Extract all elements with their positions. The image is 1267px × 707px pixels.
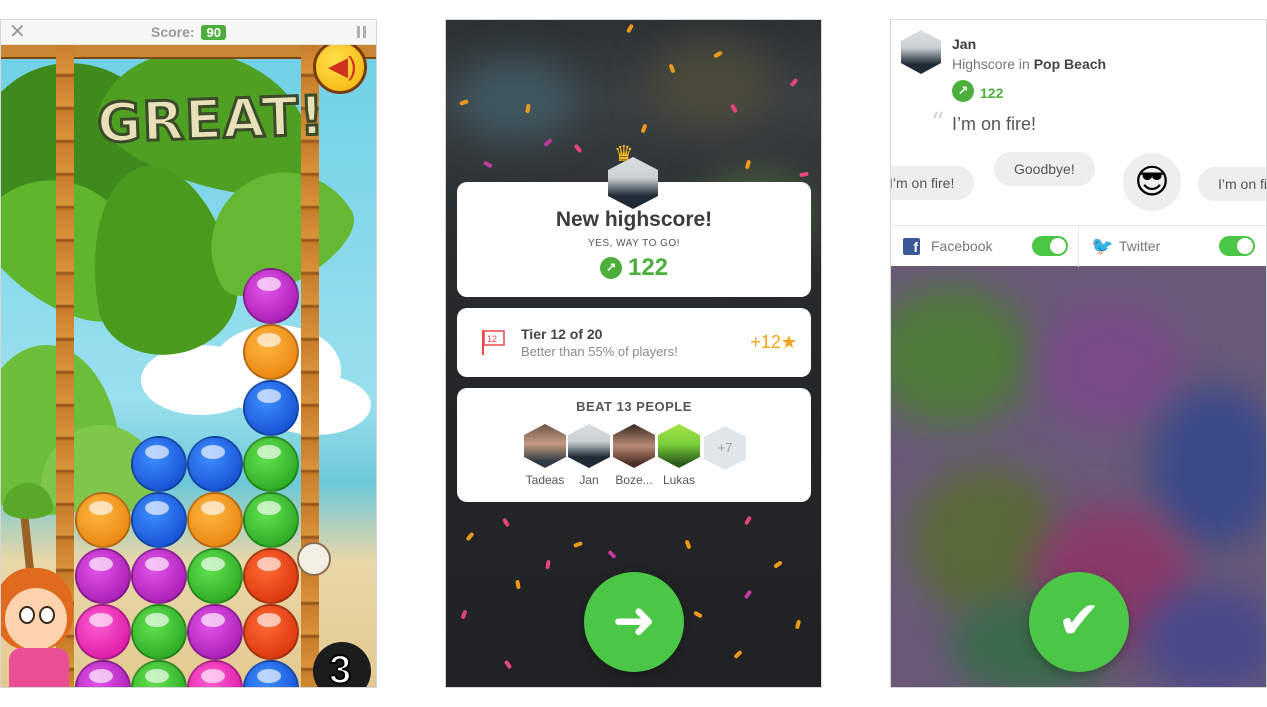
- bubble-green[interactable]: [131, 604, 187, 660]
- great-banner: GREAT!: [94, 83, 327, 157]
- person-name: Tadeas: [525, 473, 565, 487]
- flag-number: 12: [487, 334, 497, 344]
- crown-icon: ♛: [614, 141, 634, 166]
- share-card: Jan Highscore in Pop Beach ↗ 122 “ I’m on…: [891, 20, 1266, 267]
- beat-card: BEAT 13 PEOPLE Tadeas Jan Boze... Lukas …: [457, 388, 811, 502]
- person-item[interactable]: Boze...: [612, 424, 656, 487]
- score-display: Score: 90: [151, 24, 226, 40]
- tier-title: Tier 12 of 20: [521, 326, 603, 342]
- bubble-orange[interactable]: [243, 324, 299, 380]
- star-icon: ★: [780, 332, 797, 352]
- highscore-line: Highscore in Pop Beach: [952, 56, 1106, 72]
- score-value: 90: [201, 25, 226, 40]
- speaker-icon[interactable]: ◀): [313, 40, 367, 94]
- facebook-share-toggle[interactable]: f Facebook: [891, 226, 1078, 267]
- bomb-count: 3: [328, 647, 352, 688]
- share-score: ↗ 122: [952, 80, 1003, 102]
- shield-icon[interactable]: [297, 542, 331, 576]
- avatar: [658, 424, 700, 468]
- bubble-purple[interactable]: [75, 548, 131, 604]
- bubble-green[interactable]: [243, 436, 299, 492]
- bubble-purple[interactable]: [243, 268, 299, 324]
- user-name: Jan: [952, 36, 977, 52]
- bubble-blue[interactable]: [131, 436, 187, 492]
- facebook-toggle[interactable]: [1032, 236, 1068, 256]
- checkmark-icon: ✔: [1057, 592, 1101, 650]
- close-icon[interactable]: ✕: [9, 22, 26, 42]
- bubble-red[interactable]: [243, 548, 299, 604]
- character-eye: [39, 606, 55, 624]
- facebook-icon: f: [903, 238, 920, 255]
- share-options: f Facebook 🐦 Twitter: [891, 225, 1266, 267]
- avatar: [901, 30, 941, 74]
- blur-shape: [1151, 386, 1266, 546]
- highscore-screen: New highscore! YES, WAY TO GO! ↗ 122 ♛ 12…: [445, 19, 822, 688]
- game-name: Pop Beach: [1033, 56, 1107, 72]
- twitter-icon: 🐦: [1091, 236, 1114, 256]
- flag-icon: 12: [482, 330, 505, 355]
- trend-up-icon: ↗: [599, 257, 622, 279]
- bubble-blue[interactable]: [243, 380, 299, 436]
- message-quote: I’m on fire!: [952, 114, 1037, 134]
- avatar: [613, 424, 655, 468]
- bubble-blue[interactable]: [131, 492, 187, 548]
- character-eye: [19, 606, 35, 624]
- share-screen: Jan Highscore in Pop Beach ↗ 122 “ I’m on…: [890, 19, 1267, 688]
- twitter-label: Twitter: [1119, 238, 1161, 254]
- share-score-value: 122: [980, 85, 1004, 101]
- twitter-toggle[interactable]: [1219, 236, 1255, 256]
- beat-title: BEAT 13 PEOPLE: [576, 399, 692, 414]
- game-topbar: ✕ Score: 90: [1, 20, 376, 45]
- highscore-subtitle: YES, WAY TO GO!: [588, 238, 680, 249]
- character-body: [9, 648, 69, 687]
- person-name: Lukas: [662, 473, 696, 487]
- character-face: [5, 588, 67, 650]
- highscore-title: New highscore!: [555, 208, 713, 231]
- person-item[interactable]: Jan: [567, 424, 611, 487]
- arrow-right-icon: ➜: [612, 592, 656, 650]
- blur-shape: [891, 286, 1031, 426]
- avatar: [524, 424, 566, 468]
- bubble-red[interactable]: [243, 604, 299, 660]
- confirm-button[interactable]: ✔: [1029, 572, 1129, 672]
- game-screen: GREAT! ◀) 3 ✕ Score: 90: [0, 19, 377, 688]
- highscore-value: ↗ 122: [457, 254, 811, 282]
- message-chip[interactable]: Goodbye!: [994, 152, 1095, 186]
- avatar: [568, 424, 610, 468]
- bubble-blue[interactable]: [187, 436, 243, 492]
- highscore-number: 122: [627, 254, 669, 281]
- bubble-green[interactable]: [187, 548, 243, 604]
- bubble-purple[interactable]: [187, 604, 243, 660]
- bubble-orange[interactable]: [187, 492, 243, 548]
- tier-subtitle: Better than 55% of players!: [521, 344, 678, 359]
- emoji-chip[interactable]: 😎: [1123, 153, 1181, 211]
- bubble-green[interactable]: [243, 492, 299, 548]
- person-item[interactable]: Tadeas: [523, 424, 567, 487]
- person-name: Boze...: [615, 473, 653, 487]
- trend-up-icon: ↗: [952, 80, 974, 102]
- blur-shape: [1041, 306, 1181, 426]
- person-name: Jan: [579, 473, 599, 487]
- twitter-share-toggle[interactable]: 🐦 Twitter: [1078, 226, 1265, 267]
- highscore-prefix: Highscore in: [952, 56, 1030, 72]
- blur-shape: [646, 40, 776, 130]
- more-people-badge[interactable]: +7: [704, 426, 746, 470]
- tier-reward: +12★: [750, 332, 797, 353]
- reward-value: +12: [750, 332, 781, 352]
- tier-card: 12 Tier 12 of 20 Better than 55% of play…: [457, 308, 811, 377]
- small-palm-trunk: [20, 512, 34, 570]
- blur-shape: [456, 60, 576, 140]
- score-label: Score:: [151, 24, 195, 40]
- person-item[interactable]: Lukas: [657, 424, 701, 487]
- facebook-label: Facebook: [931, 238, 993, 254]
- next-button[interactable]: ➜: [584, 572, 684, 672]
- bubble-orange[interactable]: [75, 492, 131, 548]
- message-chip[interactable]: I’m on fire!: [1198, 167, 1266, 201]
- bubble-pink[interactable]: [75, 604, 131, 660]
- pause-icon[interactable]: [357, 26, 366, 38]
- quote-icon: “: [931, 108, 945, 138]
- message-chip[interactable]: I’m on fire!: [891, 166, 975, 200]
- bubble-purple[interactable]: [131, 548, 187, 604]
